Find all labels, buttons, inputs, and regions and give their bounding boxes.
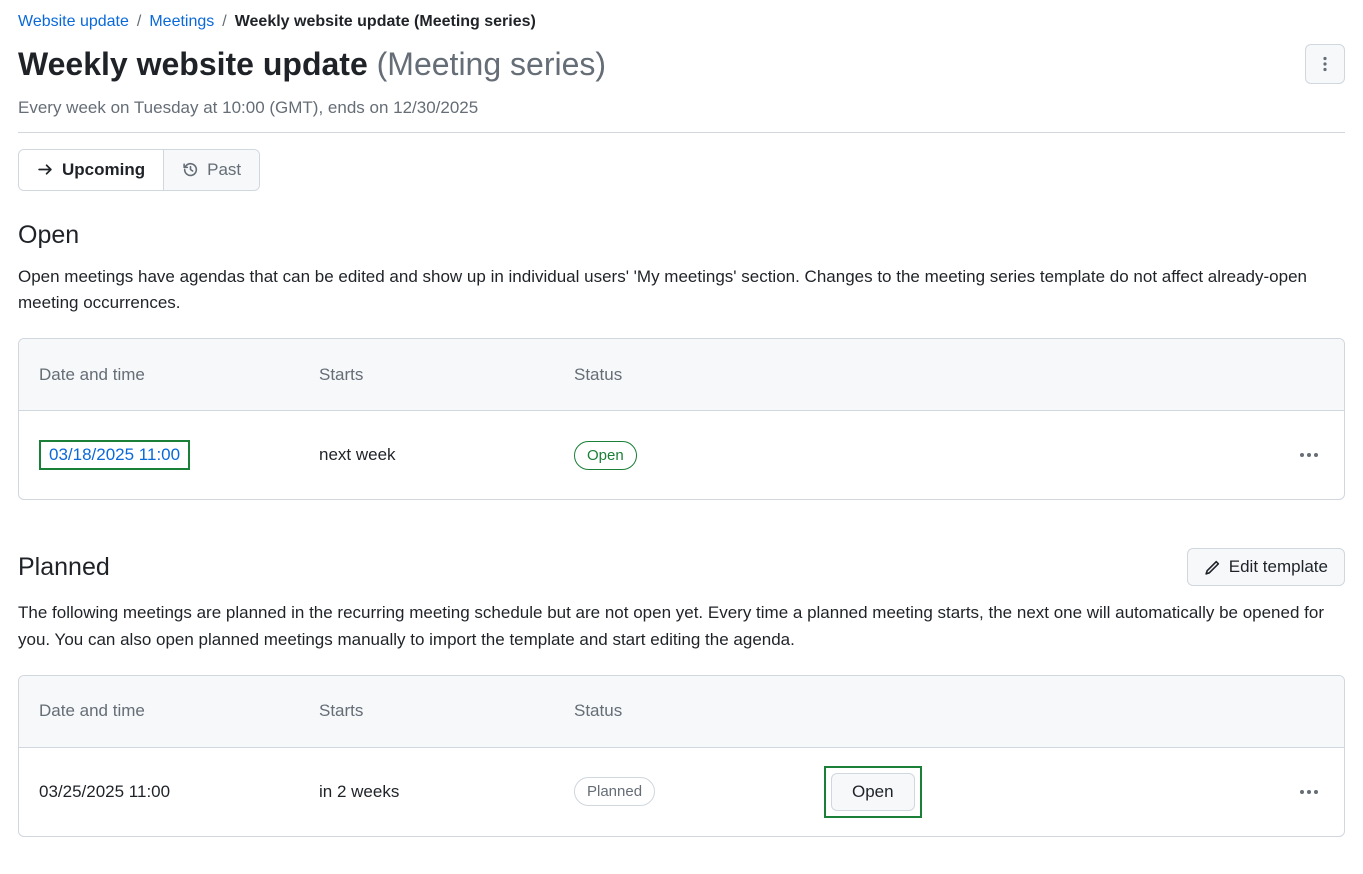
planned-section-desc: The following meetings are planned in th… [18, 600, 1345, 653]
highlighted-date-box: 03/18/2025 11:00 [39, 440, 190, 470]
tab-past-label: Past [207, 160, 241, 180]
starts-cell: next week [319, 445, 574, 465]
table-header: Date and time Starts Status [19, 339, 1344, 411]
tab-upcoming-label: Upcoming [62, 160, 145, 180]
breadcrumb-link-meetings[interactable]: Meetings [149, 10, 214, 34]
open-section-title: Open [18, 221, 1345, 250]
status-badge-open: Open [574, 441, 637, 470]
table-row: 03/18/2025 11:00 next week Open [19, 411, 1344, 499]
tab-past[interactable]: Past [163, 150, 259, 190]
table-row: 03/25/2025 11:00 in 2 weeks Planned Open [19, 748, 1344, 836]
breadcrumb-link-project[interactable]: Website update [18, 10, 129, 34]
breadcrumb: Website update / Meetings / Weekly websi… [18, 10, 1345, 34]
starts-cell: in 2 weeks [319, 782, 574, 802]
header-divider [18, 132, 1345, 133]
col-header-datetime: Date and time [39, 365, 319, 385]
dots-icon [1300, 453, 1318, 457]
highlighted-open-button-box: Open [824, 766, 922, 818]
dots-icon [1300, 790, 1318, 794]
row-more-button[interactable] [1294, 784, 1324, 800]
breadcrumb-current: Weekly website update (Meeting series) [235, 10, 536, 34]
col-header-status: Status [574, 701, 824, 721]
tab-upcoming[interactable]: Upcoming [19, 150, 163, 190]
time-filter-segmented: Upcoming Past [18, 149, 260, 191]
meeting-date-link[interactable]: 03/18/2025 11:00 [41, 442, 188, 468]
edit-template-button[interactable]: Edit template [1187, 548, 1345, 586]
pencil-icon [1204, 559, 1221, 576]
breadcrumb-sep: / [137, 10, 141, 34]
history-icon [182, 161, 199, 178]
more-actions-button[interactable] [1305, 44, 1345, 84]
open-section-desc: Open meetings have agendas that can be e… [18, 264, 1345, 317]
edit-template-label: Edit template [1229, 557, 1328, 577]
row-more-button[interactable] [1294, 447, 1324, 463]
kebab-icon [1317, 56, 1333, 72]
page-title-suffix: (Meeting series) [377, 46, 606, 82]
planned-meetings-table: Date and time Starts Status 03/25/2025 1… [18, 675, 1345, 837]
col-header-starts: Starts [319, 365, 574, 385]
table-header: Date and time Starts Status [19, 676, 1344, 748]
col-header-datetime: Date and time [39, 701, 319, 721]
planned-section-title: Planned [18, 553, 110, 582]
col-header-status: Status [574, 365, 824, 385]
page-title: Weekly website update (Meeting series) [18, 44, 606, 86]
open-meetings-table: Date and time Starts Status 03/18/2025 1… [18, 338, 1345, 500]
status-badge-planned: Planned [574, 777, 655, 806]
open-meeting-button[interactable]: Open [831, 773, 915, 811]
meeting-date-text: 03/25/2025 11:00 [39, 782, 319, 802]
schedule-subtitle: Every week on Tuesday at 10:00 (GMT), en… [18, 98, 1345, 118]
arrow-right-icon [37, 161, 54, 178]
col-header-starts: Starts [319, 701, 574, 721]
breadcrumb-sep: / [222, 10, 226, 34]
page-title-main: Weekly website update [18, 46, 368, 82]
